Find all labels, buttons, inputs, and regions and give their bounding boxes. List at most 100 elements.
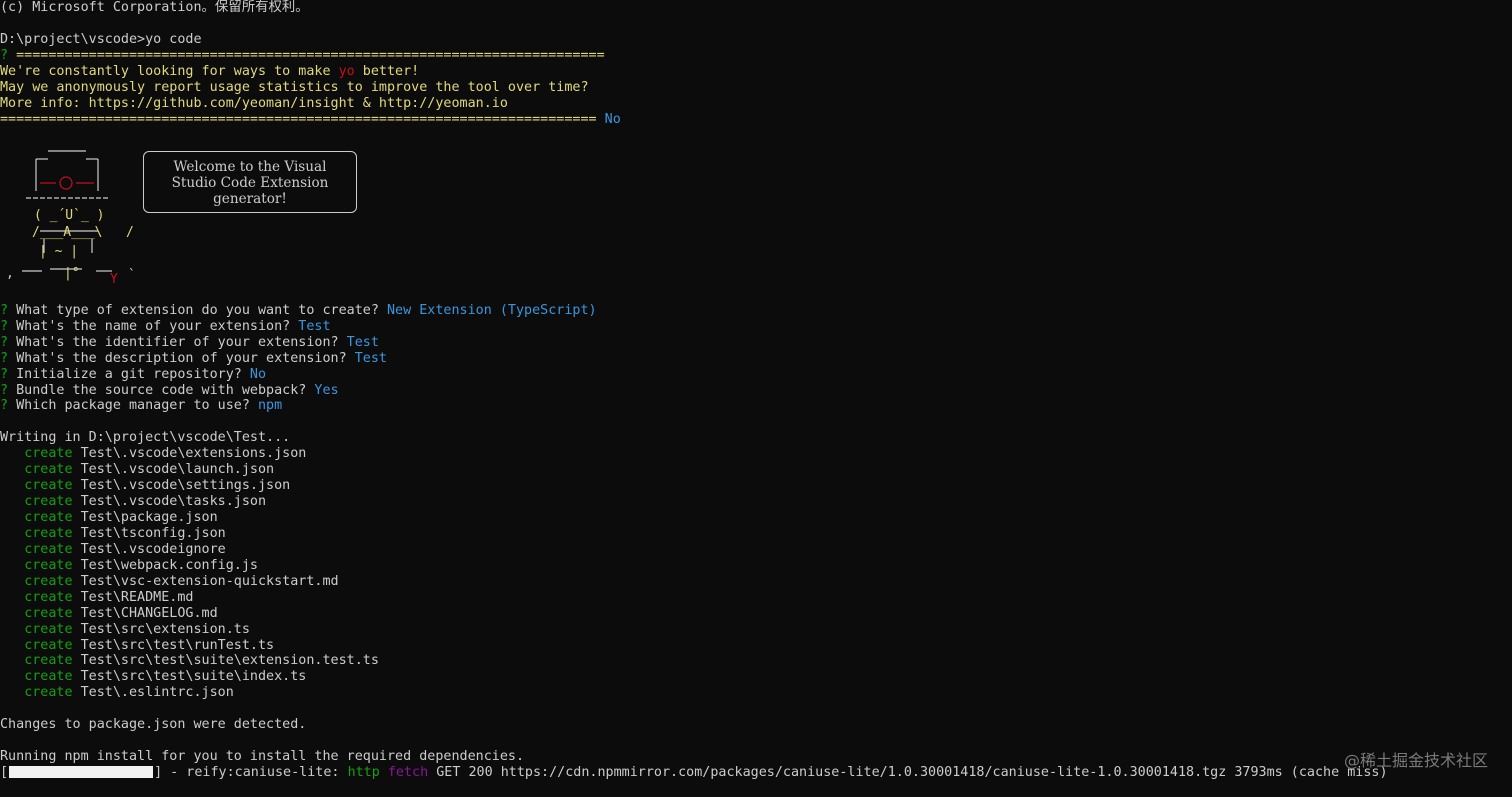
svg-text:| ~ |: | ~ | bbox=[39, 244, 78, 259]
welcome-line-1: Welcome to the Visual bbox=[173, 159, 327, 175]
created-file-line: create Test\src\extension.ts bbox=[0, 622, 1512, 638]
file-path: Test\.vscode\tasks.json bbox=[80, 494, 267, 510]
svg-text:Y: Y bbox=[110, 272, 118, 287]
file-path: Test\src\test\suite\extension.test.ts bbox=[80, 653, 379, 669]
created-file-line: create Test\tsconfig.json bbox=[0, 526, 1512, 542]
created-file-line: create Test\.vscode\settings.json bbox=[0, 478, 1512, 494]
progress-line: [] - reify:caniuse-lite: http fetch GET … bbox=[0, 765, 1388, 780]
command-line: D:\project\vscode>yo code bbox=[0, 32, 1512, 48]
created-file-line: create Test\src\test\runTest.ts bbox=[0, 638, 1512, 654]
question-mark-icon: ? bbox=[0, 302, 9, 318]
question-answer: Test bbox=[298, 318, 331, 334]
insight-line-3: More info: https://github.com/yeoman/ins… bbox=[0, 95, 508, 111]
svg-text:,: , bbox=[6, 266, 14, 281]
created-file-list: create Test\.vscode\extensions.json crea… bbox=[0, 446, 1512, 701]
file-path: Test\src\test\suite\index.ts bbox=[80, 669, 307, 685]
question-mark-icon: ? bbox=[0, 47, 9, 63]
question-line: ? Which package manager to use? npm bbox=[0, 398, 1512, 414]
file-path: Test\README.md bbox=[80, 589, 194, 605]
question-answer: Test bbox=[346, 334, 379, 350]
question-line: ? What's the identifier of your extensio… bbox=[0, 335, 1512, 351]
question-answer: Yes bbox=[314, 382, 339, 398]
create-label: create bbox=[24, 573, 73, 589]
created-file-line: create Test\.vscode\tasks.json bbox=[0, 494, 1512, 510]
question-mark-icon: ? bbox=[0, 398, 9, 414]
create-label: create bbox=[24, 605, 73, 621]
question-line: ? Initialize a git repository? No bbox=[0, 367, 1512, 383]
insight-line-1: We're constantly looking for ways to mak… bbox=[0, 63, 420, 79]
prompt-path: D:\project\vscode> bbox=[0, 31, 146, 47]
svg-text:( _´U`_ ): ( _´U`_ ) bbox=[34, 208, 104, 223]
file-path: Test\.vscodeignore bbox=[80, 541, 226, 557]
welcome-line-2: Studio Code Extension bbox=[171, 175, 329, 191]
create-label: create bbox=[24, 462, 73, 478]
file-path: Test\webpack.config.js bbox=[80, 557, 258, 573]
question-answer: Test bbox=[354, 350, 387, 366]
create-label: create bbox=[24, 478, 73, 494]
question-answer: No bbox=[249, 366, 267, 382]
file-path: Test\vsc-extension-quickstart.md bbox=[80, 573, 339, 589]
create-label: create bbox=[24, 621, 73, 637]
question-mark-icon: ? bbox=[0, 382, 9, 398]
file-path: Test\src\extension.ts bbox=[80, 621, 250, 637]
file-path: Test\.vscode\settings.json bbox=[80, 478, 291, 494]
created-file-line: create Test\.vscode\extensions.json bbox=[0, 446, 1512, 462]
svg-text:/: / bbox=[126, 225, 134, 240]
created-file-line: create Test\.vscodeignore bbox=[0, 542, 1512, 558]
create-label: create bbox=[24, 637, 73, 653]
create-label: create bbox=[24, 541, 73, 557]
file-path: Test\.vscode\launch.json bbox=[80, 462, 275, 478]
running-npm-line: Running npm install for you to install t… bbox=[0, 749, 525, 765]
svg-text:|°: |° bbox=[64, 266, 80, 281]
question-answer: npm bbox=[257, 398, 283, 414]
file-path: Test\CHANGELOG.md bbox=[80, 605, 218, 621]
question-mark-icon: ? bbox=[0, 318, 9, 334]
create-label: create bbox=[24, 510, 73, 525]
progress-bar bbox=[9, 766, 154, 778]
created-file-line: create Test\webpack.config.js bbox=[0, 558, 1512, 574]
changes-detected-line: Changes to package.json were detected. bbox=[0, 717, 307, 733]
svg-text:`: ` bbox=[128, 268, 136, 283]
create-label: create bbox=[24, 685, 73, 701]
create-label: create bbox=[24, 494, 73, 510]
question-text: What's the name of your extension? bbox=[16, 318, 291, 334]
file-path: Test\tsconfig.json bbox=[80, 525, 226, 541]
create-label: create bbox=[24, 669, 73, 685]
created-file-line: create Test\.vscode\launch.json bbox=[0, 462, 1512, 478]
welcome-line-3: generator! bbox=[213, 191, 287, 207]
writing-line: Writing in D:\project\vscode\Test... bbox=[0, 430, 291, 446]
command-text: yo code bbox=[145, 31, 202, 47]
question-line: ? Bundle the source code with webpack? Y… bbox=[0, 383, 1512, 399]
watermark: @稀土掘金技术社区 bbox=[1343, 751, 1488, 770]
question-line: ? What type of extension do you want to … bbox=[0, 303, 1512, 319]
created-file-line: create Test\vsc-extension-quickstart.md bbox=[0, 574, 1512, 590]
welcome-box: Welcome to the Visual Studio Code Extens… bbox=[143, 151, 357, 213]
file-path: Test\package.json bbox=[80, 510, 218, 525]
question-line: ? What's the name of your extension? Tes… bbox=[0, 319, 1512, 335]
created-file-line: create Test\.eslintrc.json bbox=[0, 685, 1512, 701]
insight-answer: No bbox=[604, 111, 621, 127]
svg-text:/___A___\: /___A___\ bbox=[32, 225, 102, 240]
question-answer: New Extension (TypeScript) bbox=[386, 302, 597, 318]
created-file-line: create Test\src\test\suite\extension.tes… bbox=[0, 653, 1512, 669]
question-list: ? What type of extension do you want to … bbox=[0, 303, 1512, 415]
question-line: ? What's the description of your extensi… bbox=[0, 351, 1512, 367]
insight-line-2: May we anonymously report usage statisti… bbox=[0, 79, 589, 95]
create-label: create bbox=[24, 589, 73, 605]
question-text: What's the identifier of your extension? bbox=[16, 334, 339, 350]
question-text: What's the description of your extension… bbox=[16, 350, 347, 366]
question-text: Bundle the source code with webpack? bbox=[16, 382, 307, 398]
yeoman-logo-icon: ( _´U`_ ) /___A___\ / | ~ | |° Y , ` bbox=[0, 143, 140, 287]
created-file-line: create Test\src\test\suite\index.ts bbox=[0, 669, 1512, 685]
question-text: Initialize a git repository? bbox=[16, 366, 242, 382]
terminal-window[interactable]: (c) Microsoft Corporation。保留所有权利。 D:\pro… bbox=[0, 0, 1512, 781]
insight-bottom-rule: ========================================… bbox=[0, 111, 621, 127]
question-mark-icon: ? bbox=[0, 334, 9, 350]
question-text: What type of extension do you want to cr… bbox=[16, 302, 379, 318]
file-path: Test\.vscode\extensions.json bbox=[80, 446, 307, 462]
created-file-line: create Test\package.json bbox=[0, 510, 1512, 526]
create-label: create bbox=[24, 446, 73, 462]
copyright-line: (c) Microsoft Corporation。保留所有权利。 bbox=[0, 0, 309, 15]
insight-top-rule: ? ======================================… bbox=[0, 47, 605, 63]
file-path: Test\src\test\runTest.ts bbox=[80, 637, 275, 653]
